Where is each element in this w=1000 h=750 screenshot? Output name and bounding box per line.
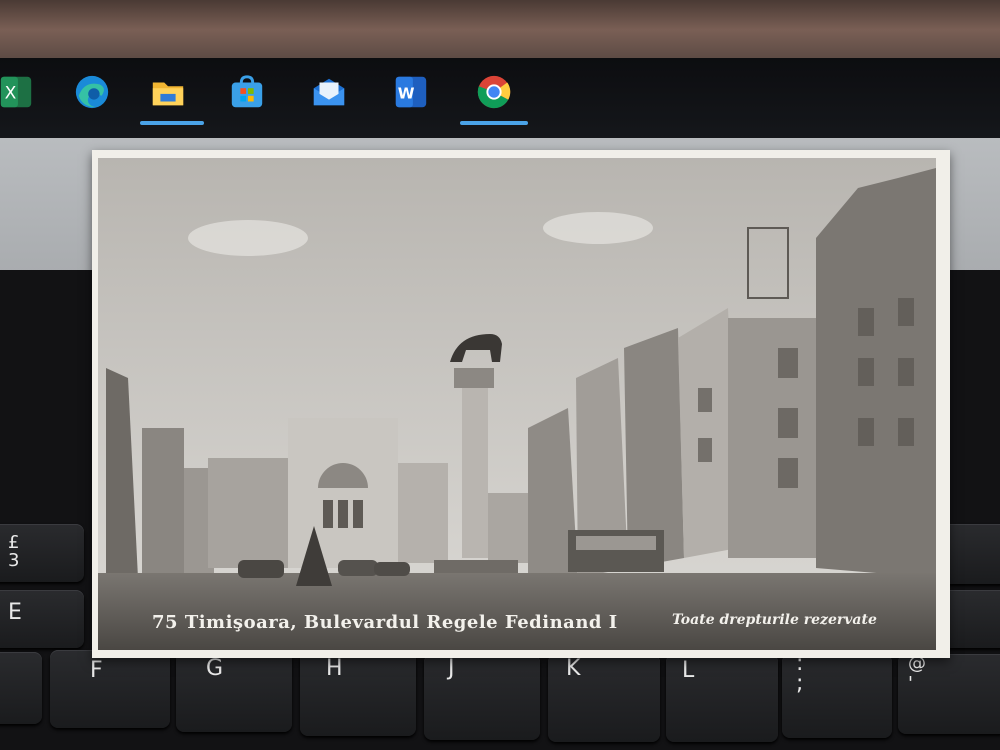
excel-icon: X [0,76,32,108]
key-g[interactable]: G [176,650,292,732]
key-l[interactable]: L [666,654,778,742]
active-indicator [460,121,528,125]
microsoft-store-icon[interactable] [227,72,267,112]
key-semicolon[interactable]: : ; [782,653,892,738]
key-f[interactable]: F [50,650,170,728]
postcard-caption: 75 Timişoara, Bulevardul Regele Fedinand… [152,612,618,633]
key-j[interactable]: J [424,654,540,740]
key-k[interactable]: K [548,654,660,742]
key-apostrophe[interactable]: @ ' [898,654,1000,734]
key-d[interactable] [0,652,42,724]
street-scene-illustration [98,158,936,650]
key-3[interactable]: £ 3 [0,524,84,582]
chrome-icon[interactable] [474,72,514,112]
key-h[interactable]: H [300,652,416,736]
excel-icon[interactable]: X [0,72,36,112]
file-explorer-icon[interactable] [148,72,188,112]
background-surface [0,0,1000,60]
key-e[interactable]: E [0,590,84,648]
photo-scene: X W £ 3 E F G H J K L: ; @ ' 75 Timişoa… [0,0,1000,750]
word-icon[interactable]: W [391,72,431,112]
active-indicator [140,121,204,125]
svg-text:X: X [5,84,17,104]
svg-text:W: W [398,85,415,103]
mail-icon[interactable] [309,72,349,112]
postcard-photo [98,158,936,650]
postcard-rights: Toate drepturile rezervate [672,612,877,628]
edge-icon[interactable] [72,72,112,112]
